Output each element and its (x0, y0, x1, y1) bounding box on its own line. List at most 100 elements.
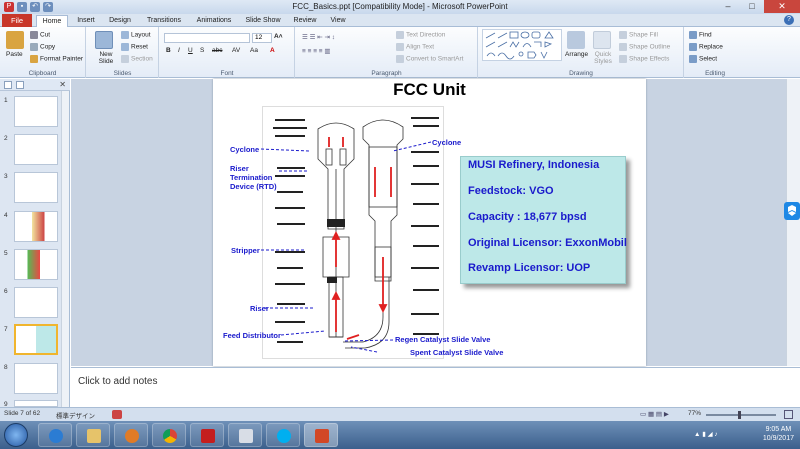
font-name-combo[interactable] (164, 33, 250, 43)
taskbar-notes[interactable] (228, 423, 262, 447)
align-text-button[interactable]: Align Text (396, 43, 434, 51)
cut-button[interactable]: Cut (30, 31, 50, 39)
callout-cyclone-left: Cyclone (230, 145, 260, 154)
replace-button[interactable]: Replace (689, 43, 723, 51)
tab-view[interactable]: View (326, 15, 350, 27)
zoom-thumb[interactable] (738, 411, 741, 419)
quick-styles-button[interactable]: Quick Styles (591, 51, 615, 65)
minimize-button[interactable]: – (716, 0, 740, 13)
slide-thumbnail-4[interactable] (14, 211, 58, 242)
shape-fill-label: Shape Fill (629, 31, 658, 39)
strikethrough-button[interactable]: abc (212, 47, 222, 54)
copy-button[interactable]: Copy (30, 43, 55, 51)
quick-styles-icon[interactable] (593, 31, 611, 49)
slide-editing-area: FCC Unit Cyclone Cyclone Riser Terminati… (71, 79, 786, 366)
slide-title[interactable]: FCC Unit (213, 80, 646, 100)
shape-effects-label: Shape Effects (629, 55, 670, 63)
select-button[interactable]: Select (689, 55, 717, 63)
layout-button[interactable]: Layout (121, 31, 151, 39)
shape-fill-button[interactable]: Shape Fill (619, 31, 658, 39)
change-case-button[interactable]: Aa (250, 47, 258, 54)
grow-font-button[interactable]: A˄ (274, 33, 283, 40)
align-buttons[interactable]: ≡ ≡ ≡ ≡ ▥ (302, 47, 331, 55)
fcc-diagram[interactable] (262, 106, 444, 359)
taskbar-media[interactable] (114, 423, 148, 447)
maximize-button[interactable]: □ (740, 0, 764, 13)
underline-button[interactable]: U (188, 47, 193, 54)
paste-button[interactable]: Paste (6, 51, 23, 58)
arrange-icon[interactable] (567, 31, 585, 49)
find-button[interactable]: Find (689, 31, 712, 39)
spacing-button[interactable]: AV (232, 47, 240, 54)
dropbox-icon[interactable] (784, 202, 800, 220)
fit-slide-icon[interactable] (784, 410, 793, 419)
taskbar-acrobat[interactable] (190, 423, 224, 447)
current-slide[interactable]: FCC Unit Cyclone Cyclone Riser Terminati… (213, 79, 646, 366)
font-color-button[interactable]: A (270, 47, 275, 54)
close-panel-icon[interactable]: ✕ (59, 80, 66, 89)
notes-pane[interactable]: Click to add notes (71, 367, 800, 407)
callout-cyclone-right: Cyclone (432, 138, 462, 147)
slide-thumbnail-9[interactable] (14, 400, 58, 407)
callout-stripper: Stripper (231, 246, 260, 255)
bold-button[interactable]: B (166, 47, 171, 54)
zoom-slider[interactable] (706, 414, 776, 416)
new-slide-button[interactable]: New Slide (93, 51, 119, 65)
slide-thumbnail-6[interactable] (14, 287, 58, 318)
tab-slide-show[interactable]: Slide Show (242, 15, 284, 27)
tab-design[interactable]: Design (105, 15, 135, 27)
format-painter-button[interactable]: Format Painter (30, 55, 83, 63)
ribbon: Paste Cut Copy Format Painter Clipboard … (0, 27, 800, 78)
slide-thumbnail-5[interactable] (14, 249, 58, 280)
tab-transitions[interactable]: Transitions (141, 15, 187, 27)
thumbnail-scrollbar[interactable] (61, 91, 69, 407)
slide-thumbnail-3[interactable] (14, 172, 58, 203)
tray-icons[interactable]: ▲ ▮ ◢ ♪ (694, 430, 718, 438)
shadow-button[interactable]: S (200, 47, 204, 54)
taskbar-chrome[interactable] (152, 423, 186, 447)
text-direction-button[interactable]: Text Direction (396, 31, 445, 39)
info-capacity: Capacity : 18,677 bpsd (468, 211, 587, 223)
shape-outline-button[interactable]: Shape Outline (619, 43, 670, 51)
taskbar-explorer[interactable] (76, 423, 110, 447)
tab-insert[interactable]: Insert (72, 15, 100, 27)
convert-smartart-button[interactable]: Convert to SmartArt (396, 55, 463, 63)
notes-placeholder[interactable]: Click to add notes (78, 376, 158, 387)
clock[interactable]: 9:05 AM 10/9/2017 (763, 425, 794, 443)
new-slide-icon[interactable] (95, 31, 113, 49)
theme-name[interactable]: 標準デザイン (56, 410, 95, 420)
callout-feed-distributor: Feed Distributor (223, 331, 281, 340)
panel-tabs: ✕ (0, 79, 70, 91)
paste-icon[interactable] (6, 31, 24, 49)
taskbar-powerpoint[interactable] (304, 423, 338, 447)
tab-animations[interactable]: Animations (192, 15, 236, 27)
arrange-button[interactable]: Arrange (565, 51, 588, 58)
italic-button[interactable]: I (178, 47, 180, 54)
tab-review[interactable]: Review (290, 15, 320, 27)
view-buttons[interactable]: ▭ ▦ ▤ ▶ (640, 410, 669, 418)
shape-effects-button[interactable]: Shape Effects (619, 55, 669, 63)
tab-file[interactable]: File (2, 14, 32, 27)
taskbar-ie[interactable] (38, 423, 72, 447)
slide-thumbnail-2[interactable] (14, 134, 58, 165)
close-button[interactable]: ✕ (764, 0, 800, 13)
spelling-icon[interactable] (112, 410, 122, 419)
shapes-gallery[interactable] (482, 29, 562, 61)
zoom-level[interactable]: 77% (688, 410, 701, 417)
slide-thumbnail-1[interactable] (14, 96, 58, 127)
slide-scrollbar[interactable] (786, 79, 800, 366)
section-button[interactable]: Section (121, 55, 153, 63)
taskbar-skype[interactable] (266, 423, 300, 447)
reset-label: Reset (131, 43, 148, 51)
slide-thumbnail-8[interactable] (14, 363, 58, 394)
start-button[interactable] (4, 423, 28, 447)
bullets-button[interactable]: ☰ ☰ ⇤ ⇥ ↕ (302, 33, 335, 41)
reset-button[interactable]: Reset (121, 43, 148, 51)
refinery-info-box[interactable]: MUSI Refinery, Indonesia Feedstock: VGO … (460, 156, 627, 284)
slide-thumbnail-7[interactable] (14, 324, 58, 355)
help-icon[interactable]: ? (784, 15, 794, 25)
slides-tab-icon[interactable] (4, 81, 12, 89)
font-size-combo[interactable]: 12 (252, 33, 272, 43)
outline-tab-icon[interactable] (16, 81, 24, 89)
tab-home[interactable]: Home (36, 15, 68, 27)
